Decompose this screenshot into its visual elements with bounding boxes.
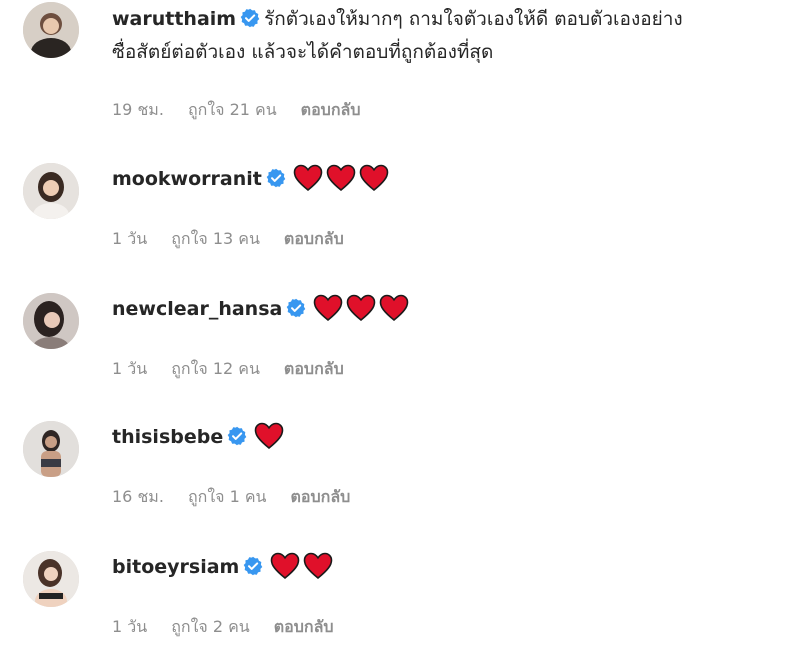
- comment-time[interactable]: 1 วัน: [112, 357, 147, 382]
- comment-text-continued: ซื่อสัตย์ต่อตัวเอง แล้วจะได้คำตอบที่ถูกต…: [112, 41, 494, 63]
- comment-item: newclear_hansa 1 วัน ถูกใจ 12 คน ตอบกลับ: [0, 280, 800, 400]
- like-count[interactable]: ถูกใจ 2 คน: [171, 615, 250, 640]
- username[interactable]: warutthaim: [112, 8, 236, 30]
- avatar[interactable]: [23, 2, 79, 58]
- avatar[interactable]: [23, 293, 79, 349]
- verified-badge-icon: [227, 426, 247, 446]
- like-count[interactable]: ถูกใจ 1 คน: [188, 485, 267, 510]
- avatar[interactable]: [23, 551, 79, 607]
- avatar[interactable]: [23, 421, 79, 477]
- comment-meta: 16 ชม. ถูกใจ 1 คน ตอบกลับ: [112, 485, 350, 510]
- red-heart-icon: [254, 422, 284, 450]
- username[interactable]: thisisbebe: [112, 426, 223, 448]
- reply-button[interactable]: ตอบกลับ: [284, 227, 344, 252]
- red-heart-icon: [293, 164, 323, 192]
- comment-line: warutthaim รักตัวเองให้มากๆ ถามใจตัวเองให…: [112, 3, 683, 35]
- comment-meta: 1 วัน ถูกใจ 2 คน ตอบกลับ: [112, 615, 334, 640]
- red-heart-icon: [379, 294, 409, 322]
- comment-time[interactable]: 16 ชม.: [112, 485, 164, 510]
- like-count[interactable]: ถูกใจ 21 คน: [188, 98, 277, 123]
- red-heart-icon: [359, 164, 389, 192]
- avatar[interactable]: [23, 163, 79, 219]
- comment-item: warutthaim รักตัวเองให้มากๆ ถามใจตัวเองให…: [0, 0, 800, 140]
- red-heart-icon: [326, 164, 356, 192]
- comment-line: thisisbebe: [112, 421, 284, 453]
- reply-button[interactable]: ตอบกลับ: [291, 485, 351, 510]
- comment-time[interactable]: 1 วัน: [112, 615, 147, 640]
- reply-button[interactable]: ตอบกลับ: [274, 615, 334, 640]
- comment-meta: 19 ชม. ถูกใจ 21 คน ตอบกลับ: [112, 98, 360, 123]
- comment-meta: 1 วัน ถูกใจ 12 คน ตอบกลับ: [112, 357, 344, 382]
- comment-line: bitoeyrsiam: [112, 551, 333, 583]
- comment-text: รักตัวเองให้มากๆ ถามใจตัวเองให้ดี ตอบตัว…: [264, 8, 683, 30]
- comment-meta: 1 วัน ถูกใจ 13 คน ตอบกลับ: [112, 227, 344, 252]
- username[interactable]: mookworranit: [112, 168, 262, 190]
- reply-button[interactable]: ตอบกลับ: [301, 98, 361, 123]
- red-heart-icon: [270, 552, 300, 580]
- red-heart-icon: [313, 294, 343, 322]
- like-count[interactable]: ถูกใจ 12 คน: [171, 357, 260, 382]
- comment-item: mookworranit 1 วัน ถูกใจ 13 คน ตอบกลับ: [0, 150, 800, 270]
- red-heart-icon: [303, 552, 333, 580]
- verified-badge-icon: [286, 298, 306, 318]
- comment-time[interactable]: 1 วัน: [112, 227, 147, 252]
- reply-button[interactable]: ตอบกลับ: [284, 357, 344, 382]
- verified-badge-icon: [240, 8, 260, 28]
- comment-item: bitoeyrsiam 1 วัน ถูกใจ 2 คน ตอบกลับ: [0, 538, 800, 663]
- verified-badge-icon: [266, 168, 286, 188]
- comment-line: mookworranit: [112, 163, 389, 195]
- username[interactable]: bitoeyrsiam: [112, 556, 239, 578]
- comment-line: newclear_hansa: [112, 293, 409, 325]
- red-heart-icon: [346, 294, 376, 322]
- verified-badge-icon: [243, 556, 263, 576]
- username[interactable]: newclear_hansa: [112, 298, 282, 320]
- comment-item: thisisbebe 16 ชม. ถูกใจ 1 คน ตอบกลับ: [0, 408, 800, 528]
- like-count[interactable]: ถูกใจ 13 คน: [171, 227, 260, 252]
- comment-time[interactable]: 19 ชม.: [112, 98, 164, 123]
